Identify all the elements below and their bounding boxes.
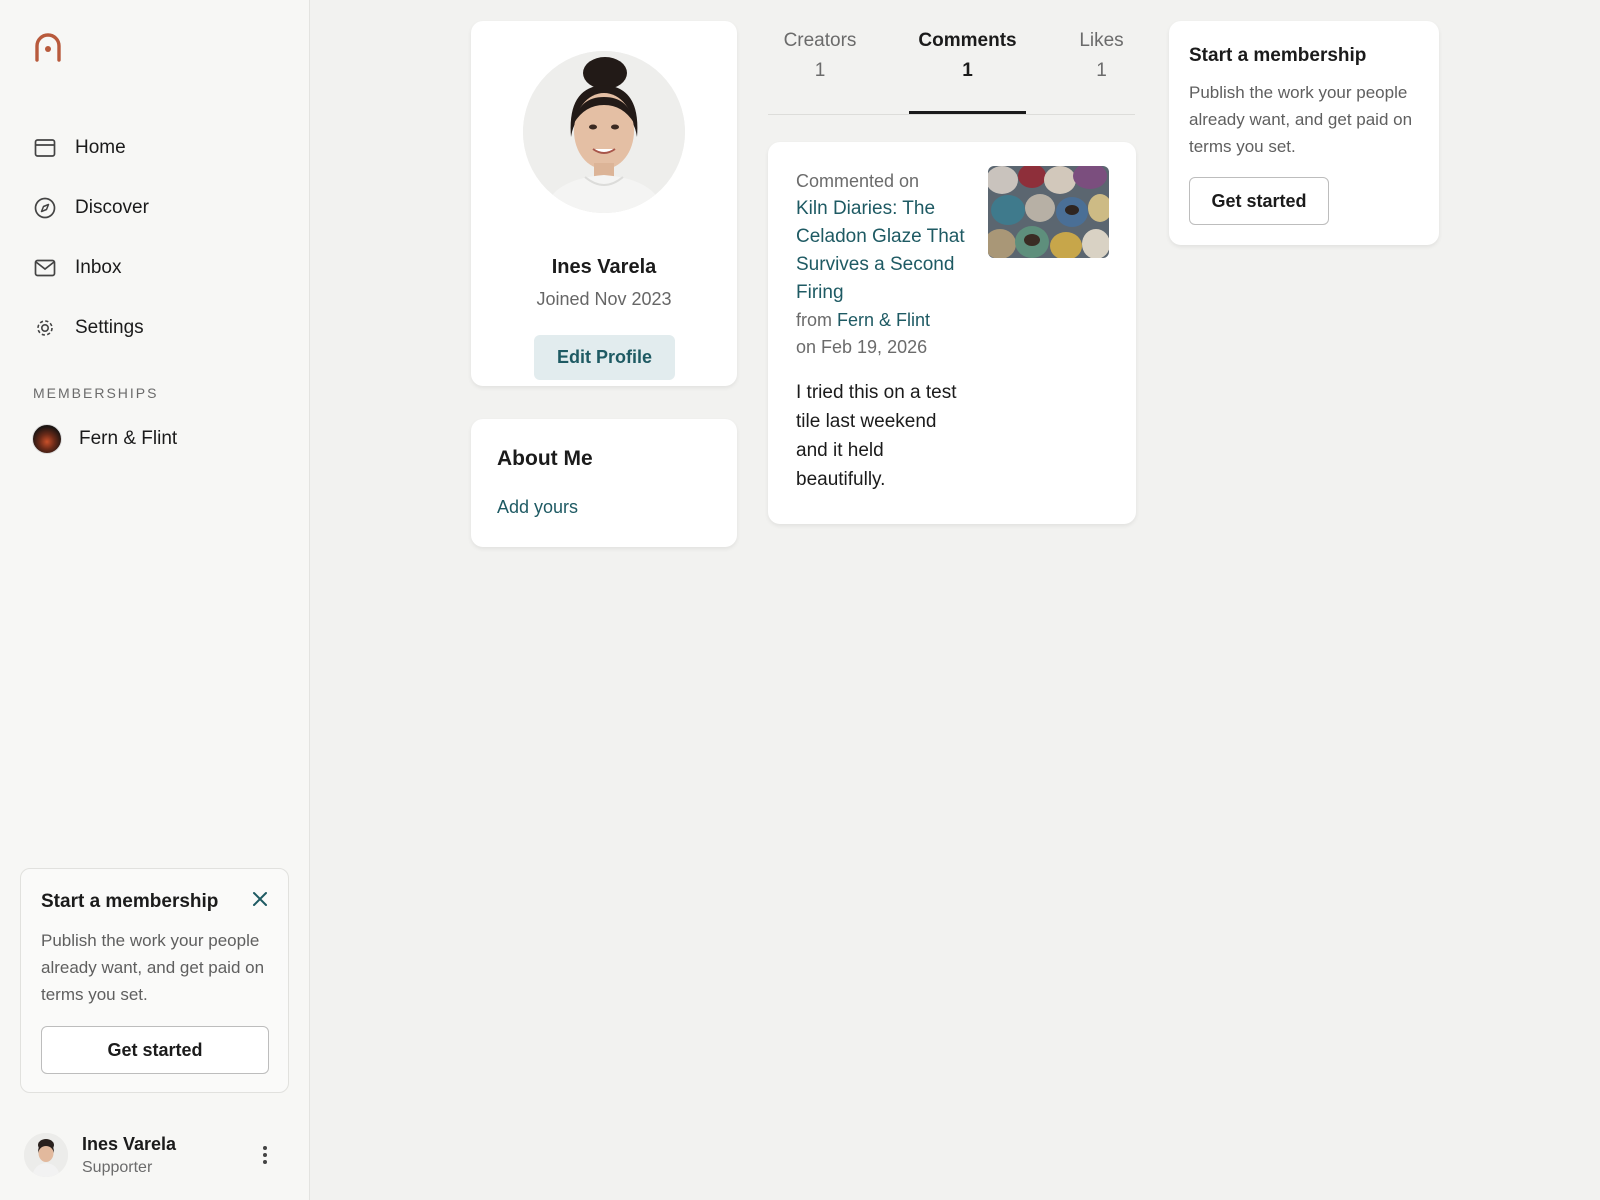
creator-link[interactable]: Fern & Flint (837, 310, 930, 330)
promo-body: Publish the work your people already wan… (1189, 83, 1413, 156)
start-membership-card: Start a membership Publish the work your… (1169, 21, 1439, 245)
profile-card: Ines Varela Joined Nov 2023 Edit Profile (471, 21, 737, 386)
more-vertical-icon[interactable] (255, 1142, 275, 1168)
promo-title: Start a membership (41, 891, 219, 912)
active-tab-indicator (909, 111, 1026, 114)
tab-comments[interactable]: Comments 1 (909, 30, 1026, 82)
nav-item-discover[interactable]: Discover (0, 178, 310, 238)
main-nav: Home Discover Inbox Settings (0, 118, 310, 358)
start-membership-promo: Start a membership Publish the work your… (20, 868, 289, 1093)
comment-prefix: Commented on (796, 171, 920, 191)
close-icon[interactable] (250, 889, 270, 909)
comment-card: Commented on Kiln Diaries: The Celadon G… (768, 142, 1136, 524)
comment-text: I tried this on a test tile last weekend… (796, 382, 957, 490)
nav-label-settings: Settings (75, 317, 144, 338)
tab-likes[interactable]: Likes 1 (1068, 30, 1135, 82)
creator-avatar (32, 424, 62, 454)
user-account[interactable]: Ines Varela Supporter (24, 1130, 289, 1180)
tab-label: Creators (783, 30, 857, 51)
get-started-button[interactable]: Get started (1189, 177, 1329, 225)
about-title: About Me (497, 447, 593, 470)
get-started-button[interactable]: Get started (41, 1026, 269, 1074)
comment-meta: Commented on Kiln Diaries: The Celadon G… (796, 168, 976, 361)
tab-count: 1 (962, 60, 973, 81)
tab-label: Comments (918, 30, 1017, 51)
profile-name: Ines Varela (551, 256, 657, 278)
tab-count: 1 (1096, 60, 1107, 81)
gear-icon (33, 316, 57, 340)
compass-icon (33, 196, 57, 220)
nav-label-discover: Discover (75, 197, 149, 218)
promo-title: Start a membership (1189, 45, 1367, 66)
home-card-icon (33, 136, 57, 160)
tab-label: Likes (1079, 30, 1124, 51)
nav-item-settings[interactable]: Settings (0, 298, 310, 358)
joined-date: Joined Nov 2023 (536, 289, 672, 309)
edit-profile-button[interactable]: Edit Profile (534, 335, 675, 380)
nav-label-home: Home (75, 137, 126, 158)
nav-item-inbox[interactable]: Inbox (0, 238, 310, 298)
membership-label: Fern & Flint (79, 428, 178, 449)
post-thumbnail[interactable] (988, 166, 1109, 258)
user-name: Ines Varela (82, 1133, 177, 1154)
sidebar: Home Discover Inbox Settings MEMBERSHIPS… (0, 0, 310, 1200)
nav-label-inbox: Inbox (75, 257, 122, 278)
post-title-link[interactable]: Kiln Diaries: The Celadon Glaze That Sur… (796, 195, 976, 307)
promo-body: Publish the work your people already wan… (41, 931, 265, 1004)
avatar (24, 1133, 68, 1177)
profile-photo (523, 51, 685, 213)
add-yours-link[interactable]: Add yours (497, 497, 578, 518)
tab-creators[interactable]: Creators 1 (768, 30, 872, 82)
user-role: Supporter (82, 1158, 153, 1176)
mail-icon (33, 256, 57, 280)
patreon-arch-logo-icon[interactable] (32, 30, 64, 64)
memberships-heading: MEMBERSHIPS (33, 385, 159, 401)
comment-date: on Feb 19, 2026 (796, 337, 928, 357)
comment-source: from Fern & Flint (796, 307, 976, 334)
tab-count: 1 (814, 60, 826, 81)
from-prefix: from (796, 310, 832, 330)
membership-item-fern-flint[interactable]: Fern & Flint (32, 424, 177, 454)
nav-item-home[interactable]: Home (0, 118, 310, 178)
profile-tabs: Creators 1 Comments 1 Likes 1 (768, 30, 1135, 115)
about-me-card: About Me Add yours (471, 419, 737, 547)
